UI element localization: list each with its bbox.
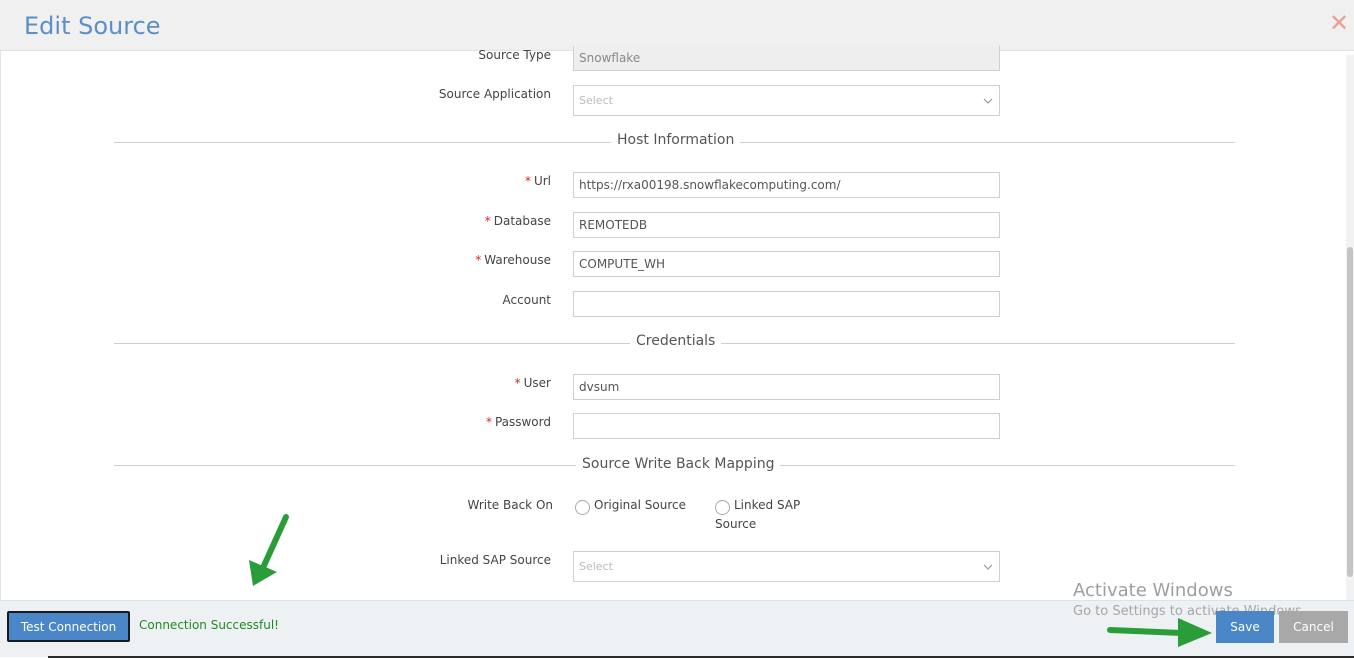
warehouse-input[interactable]: COMPUTE_WH bbox=[573, 251, 1000, 277]
test-connection-button[interactable]: Test Connection bbox=[7, 611, 130, 642]
save-button[interactable]: Save bbox=[1216, 611, 1274, 643]
password-input[interactable] bbox=[573, 413, 1000, 439]
source-application-placeholder: Select bbox=[579, 94, 613, 107]
original-source-radio-label[interactable]: Original Source bbox=[594, 496, 686, 515]
account-input[interactable] bbox=[573, 291, 1000, 317]
url-input[interactable]: https://rxa00198.snowflakecomputing.com/ bbox=[573, 172, 1000, 198]
linked-sap-source-placeholder: Select bbox=[579, 560, 613, 573]
activate-windows-watermark-title: Activate Windows bbox=[1073, 580, 1233, 601]
dialog-scrollbar[interactable] bbox=[1346, 55, 1354, 600]
write-back-on-label: Write Back On bbox=[467, 498, 554, 512]
chevron-down-icon bbox=[983, 564, 993, 570]
linked-sap-radio-label[interactable]: Linked SAP bbox=[734, 496, 800, 515]
database-label: * Database bbox=[484, 214, 551, 228]
account-label: Account bbox=[502, 293, 551, 307]
dialog-header: Edit Source ✕ bbox=[0, 0, 1354, 51]
cancel-button[interactable]: Cancel bbox=[1279, 611, 1348, 643]
scrollbar-thumb[interactable] bbox=[1347, 247, 1353, 577]
source-application-label: Source Application bbox=[438, 87, 551, 101]
url-label: * Url bbox=[524, 174, 551, 188]
warehouse-label: * Warehouse bbox=[475, 253, 551, 267]
close-icon[interactable]: ✕ bbox=[1329, 12, 1351, 36]
user-input[interactable]: dvsum bbox=[573, 374, 1000, 400]
linked-sap-radio-label-line2[interactable]: Source bbox=[715, 515, 756, 534]
linked-sap-source-radio[interactable] bbox=[715, 500, 730, 515]
linked-sap-source-select[interactable]: Select bbox=[573, 551, 1000, 582]
connection-status-text: Connection Successful! bbox=[139, 618, 279, 632]
user-label: * User bbox=[514, 376, 551, 390]
chevron-down-icon bbox=[983, 98, 993, 104]
password-label: * Password bbox=[485, 415, 551, 429]
database-input[interactable]: REMOTEDB bbox=[573, 212, 1000, 238]
source-type-field: Snowflake bbox=[573, 46, 1000, 71]
original-source-radio[interactable] bbox=[575, 500, 590, 515]
write-back-section-title: Source Write Back Mapping bbox=[576, 456, 781, 472]
credentials-section-title: Credentials bbox=[630, 333, 722, 349]
linked-sap-source-label: Linked SAP Source bbox=[439, 553, 551, 567]
source-application-select[interactable]: Select bbox=[573, 85, 1000, 116]
arrow-pointer-icon bbox=[1107, 618, 1212, 647]
source-type-label: Source Type bbox=[478, 48, 551, 62]
host-section-title: Host Information bbox=[611, 132, 741, 148]
edit-source-dialog: Edit Source ✕ Source Type Snowflake Sour… bbox=[0, 0, 1354, 658]
arrow-pointer-icon bbox=[249, 514, 289, 586]
dialog-title: Edit Source bbox=[24, 12, 161, 40]
